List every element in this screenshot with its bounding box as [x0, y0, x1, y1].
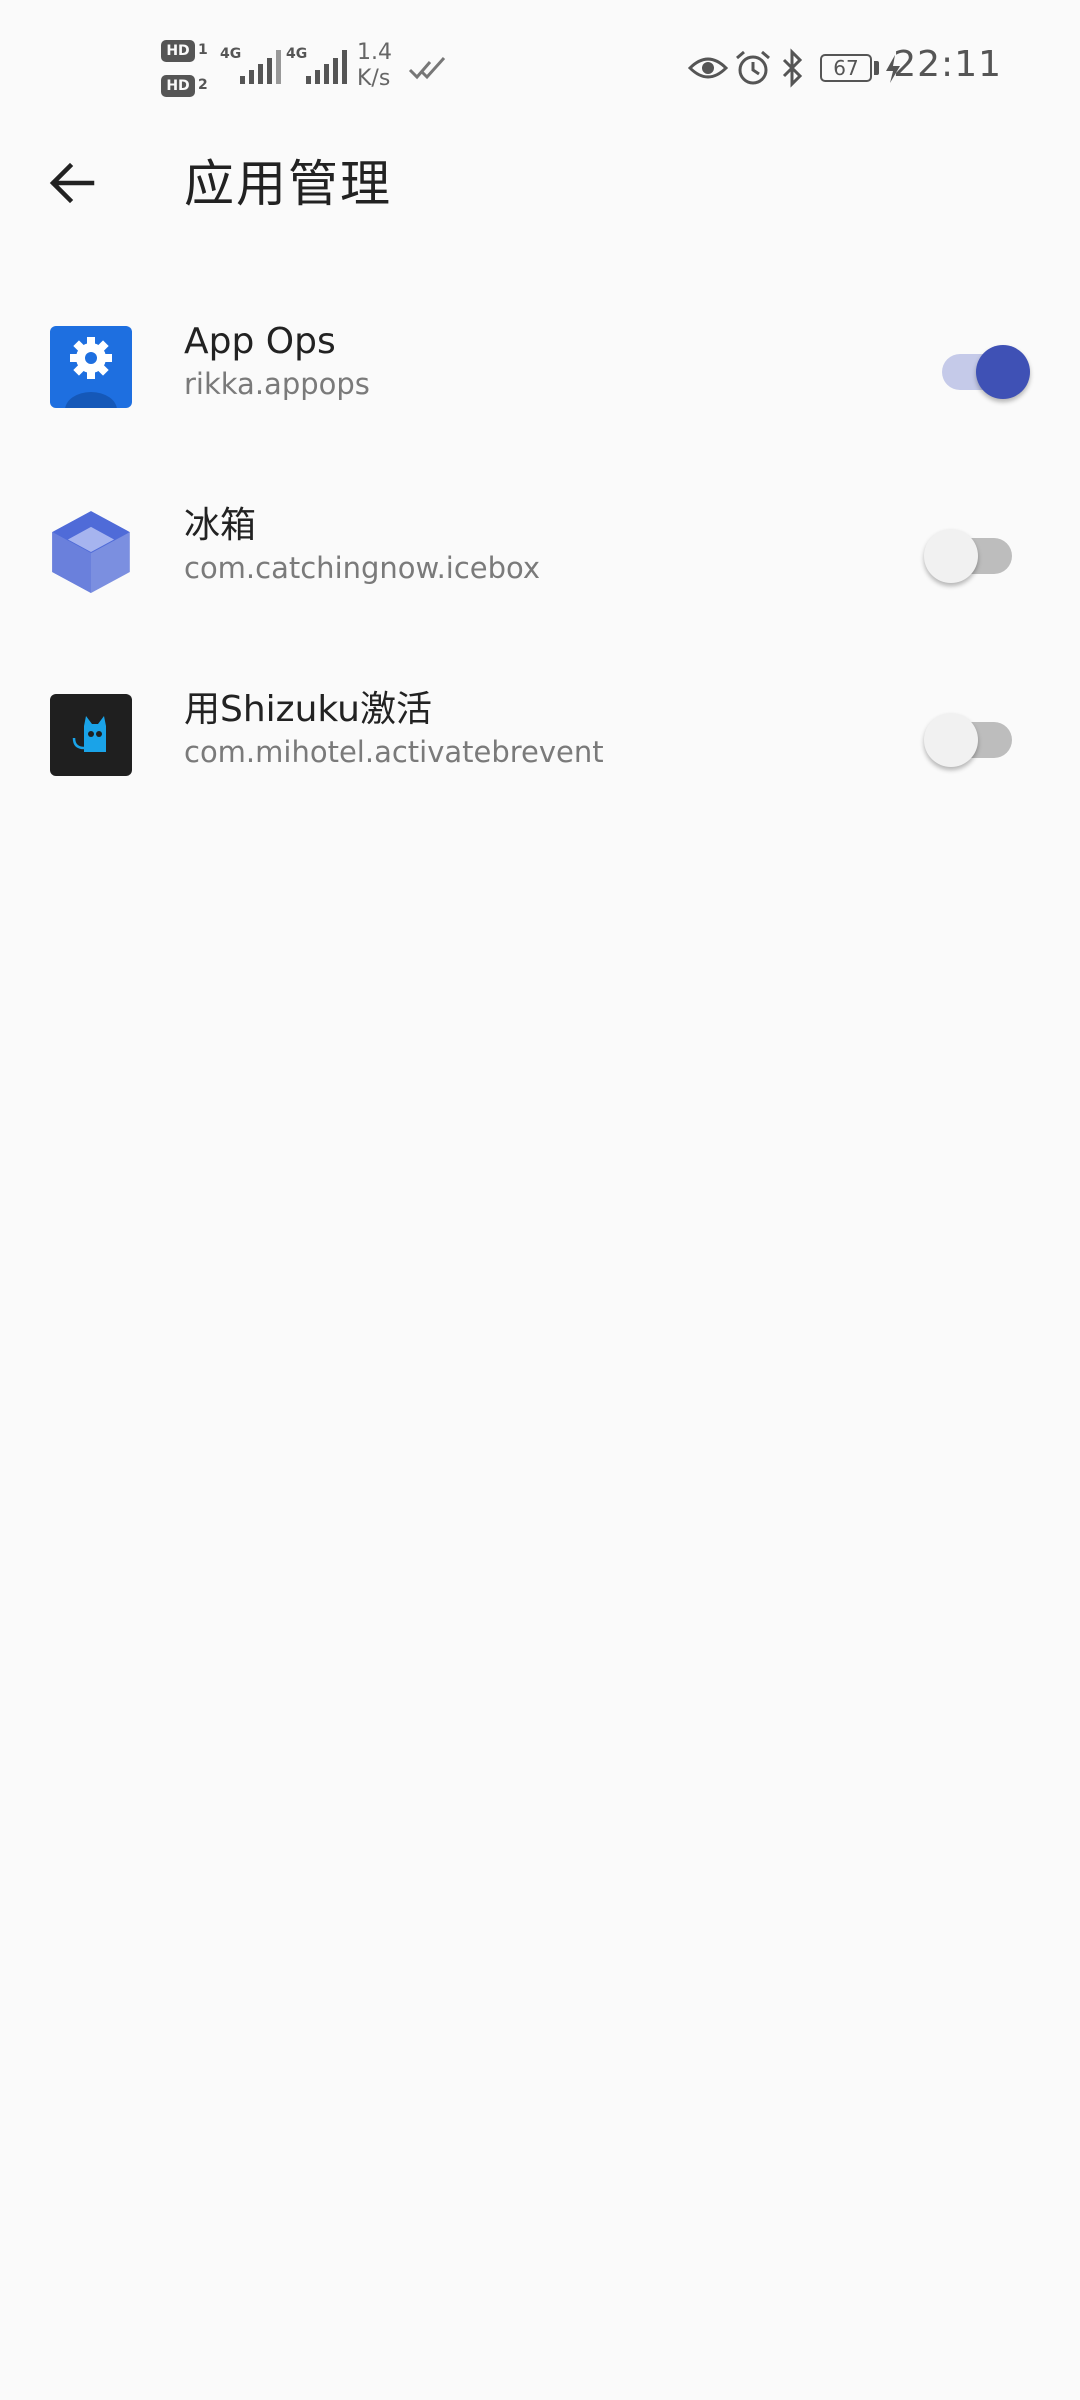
icebox-cube-icon	[52, 511, 130, 593]
alarm-icon	[736, 50, 770, 85]
network-type-1: 4G	[220, 46, 242, 62]
network-speed-unit: K/s	[357, 66, 391, 91]
battery-icon: 67	[820, 54, 872, 82]
toolbar: 应用管理	[0, 132, 1080, 234]
app-package: rikka.appops	[184, 367, 370, 401]
back-button[interactable]	[28, 150, 116, 216]
page-title: 应用管理	[184, 155, 392, 213]
appops-gear-icon	[50, 326, 132, 408]
app-name: App Ops	[184, 321, 336, 362]
arrow-back-icon	[49, 162, 95, 204]
screen: HD 1 HD 2 4G 4G 1.4 K/s 67 22:11 应用管理 Ap…	[0, 0, 1080, 2400]
signal-icon	[306, 46, 347, 84]
eye-icon	[688, 57, 728, 79]
enable-switch[interactable]	[942, 345, 1030, 399]
app-name: 用Shizuku激活	[184, 689, 432, 730]
status-bar: HD 1 HD 2 4G 4G 1.4 K/s 67 22:11	[0, 0, 1080, 132]
list-item[interactable]: 冰箱 com.catchingnow.icebox	[0, 464, 1080, 648]
battery-tip	[874, 61, 879, 75]
sim-2-number: 2	[198, 77, 208, 93]
enable-switch[interactable]	[924, 529, 1012, 583]
bluetooth-icon	[782, 48, 803, 88]
app-package: com.catchingnow.icebox	[184, 551, 541, 585]
data-activity-icon	[408, 56, 446, 80]
app-name: 冰箱	[184, 505, 257, 546]
network-type-2: 4G	[286, 46, 308, 62]
list-item[interactable]: 用Shizuku激活 com.mihotel.activatebrevent	[0, 648, 1080, 832]
network-speed: 1.4 K/s	[357, 40, 392, 92]
enable-switch[interactable]	[924, 713, 1012, 767]
list-item[interactable]: App Ops rikka.appops	[0, 280, 1080, 464]
sim-1-number: 1	[198, 42, 208, 58]
app-list: App Ops rikka.appops 冰箱 com.catchingnow.…	[0, 280, 1080, 832]
app-package: com.mihotel.activatebrevent	[184, 735, 604, 769]
hd-voice-2-badge: HD	[161, 75, 195, 97]
cat-icon	[50, 694, 132, 776]
hd-voice-1-badge: HD	[161, 40, 195, 62]
signal-icon	[240, 46, 281, 84]
clock: 22:11	[893, 44, 1002, 85]
network-speed-value: 1.4	[357, 40, 392, 65]
